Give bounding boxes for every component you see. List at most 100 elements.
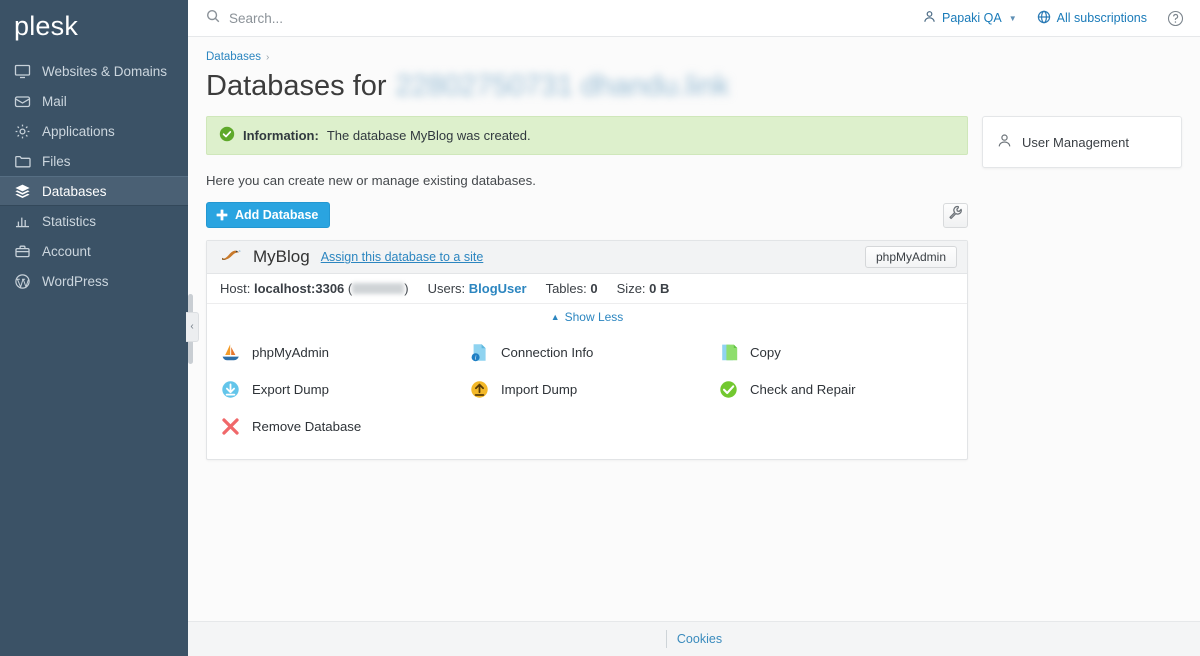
- status-banner-severity: Information:: [243, 128, 319, 144]
- database-host: Host: localhost:3306 (): [220, 281, 409, 297]
- side-item-user-management[interactable]: User Management: [997, 133, 1167, 151]
- page-description: Here you can create new or manage existi…: [206, 173, 536, 189]
- plesk-logo-text: plesk: [14, 10, 79, 41]
- info-document-icon: i: [469, 342, 490, 363]
- folder-icon: [14, 153, 31, 170]
- sidebar-item-label: Statistics: [42, 213, 97, 229]
- sidebar-item-websites-domains[interactable]: Websites & Domains: [0, 56, 188, 86]
- footer: Cookies: [188, 621, 1200, 656]
- action-copy[interactable]: Copy: [718, 342, 967, 363]
- sidebar: plesk Websites & Domains Mail Applicatio…: [0, 0, 188, 656]
- person-icon: [923, 10, 936, 26]
- side-column: User Management: [982, 116, 1182, 169]
- content-columns: Information: The database MyBlog was cre…: [206, 116, 1182, 461]
- status-banner: Information: The database MyBlog was cre…: [206, 116, 968, 156]
- sidebar-item-applications[interactable]: Applications: [0, 116, 188, 146]
- cookies-link[interactable]: Cookies: [677, 632, 722, 646]
- host-value: localhost:3306: [253, 281, 345, 297]
- assign-database-link[interactable]: Assign this database to a site: [321, 250, 484, 264]
- wordpress-icon: [14, 273, 31, 290]
- page-title-prefix: Databases for: [206, 70, 387, 102]
- add-database-button[interactable]: Add Database: [206, 202, 331, 229]
- mysql-dolphin-icon: [220, 247, 242, 268]
- sidebar-item-label: Databases: [42, 183, 107, 199]
- plus-icon: [216, 209, 228, 221]
- gear-icon: [14, 123, 31, 140]
- action-label: Connection Info: [501, 345, 594, 361]
- green-check-icon: [718, 379, 739, 400]
- database-users: Users: BlogUser: [428, 281, 527, 296]
- breadcrumb-separator-icon: ›: [265, 51, 270, 63]
- database-tables: Tables: 0: [546, 281, 598, 296]
- toolbar: Add Database: [206, 202, 968, 229]
- sidebar-item-label: Websites & Domains: [42, 63, 168, 79]
- action-label: Copy: [750, 345, 781, 361]
- person-icon: [997, 133, 1012, 151]
- briefcase-icon: [14, 243, 31, 260]
- svg-text:i: i: [475, 355, 477, 362]
- main-column: Information: The database MyBlog was cre…: [206, 116, 968, 461]
- envelope-icon: [14, 93, 31, 110]
- bar-chart-icon: [14, 213, 31, 230]
- upload-arrow-icon: [469, 379, 490, 400]
- sidebar-item-mail[interactable]: Mail: [0, 86, 188, 116]
- sidebar-item-files[interactable]: Files: [0, 146, 188, 176]
- size-value: 0 B: [649, 281, 670, 297]
- monitor-icon: [14, 63, 31, 80]
- show-less-toggle[interactable]: ▲ Show Less: [207, 304, 967, 330]
- tools-button[interactable]: [943, 202, 968, 228]
- users-value-link[interactable]: BlogUser: [469, 281, 527, 296]
- sidebar-item-databases[interactable]: Databases: [0, 176, 188, 206]
- host-label: Host:: [220, 281, 251, 297]
- action-connection-info[interactable]: i Connection Info: [469, 342, 718, 363]
- database-size: Size: 0 B: [617, 281, 670, 296]
- red-x-icon: [220, 416, 241, 437]
- sidebar-item-account[interactable]: Account: [0, 236, 188, 266]
- plesk-logo[interactable]: plesk: [0, 0, 188, 52]
- user-menu[interactable]: Papaki QA ▼: [923, 10, 1017, 26]
- wrench-icon: [948, 205, 963, 225]
- search-box[interactable]: [206, 9, 923, 28]
- action-phpmyadmin[interactable]: phpMyAdmin: [220, 342, 469, 363]
- breadcrumb-item-databases[interactable]: Databases: [206, 51, 261, 63]
- sidebar-item-label: Files: [42, 153, 71, 169]
- layers-icon: [14, 183, 31, 200]
- tables-label: Tables:: [545, 281, 587, 297]
- sidebar-item-label: Account: [42, 243, 91, 259]
- users-label: Users:: [427, 281, 466, 297]
- user-menu-label: Papaki QA: [941, 11, 1002, 25]
- action-label: Check and Repair: [750, 382, 856, 398]
- sidebar-item-statistics[interactable]: Statistics: [0, 206, 188, 236]
- check-circle-icon: [219, 126, 235, 145]
- action-check-and-repair[interactable]: Check and Repair: [718, 379, 967, 400]
- sidebar-collapse-button[interactable]: ‹: [186, 312, 199, 342]
- chevron-down-icon: ▼: [1008, 13, 1017, 23]
- show-less-label: Show Less: [564, 310, 624, 325]
- search-icon: [206, 9, 220, 28]
- action-remove-database[interactable]: Remove Database: [220, 416, 469, 437]
- footer-inner: Cookies: [665, 630, 722, 648]
- database-meta: Host: localhost:3306 () Users: BlogUser …: [207, 274, 967, 305]
- database-card: MyBlog Assign this database to a site ph…: [206, 240, 968, 461]
- sidebar-item-label: Applications: [42, 123, 115, 139]
- help-button[interactable]: [1167, 10, 1184, 27]
- host-extra-redacted: [352, 283, 405, 295]
- topbar: Papaki QA ▼ All subscriptions: [188, 0, 1200, 37]
- phpmyadmin-sailboat-icon: [220, 342, 241, 363]
- main-area: Papaki QA ▼ All subscriptions: [188, 0, 1200, 656]
- page-title-domain-redacted: 22802750731 dhandu.link: [395, 70, 730, 102]
- database-actions: phpMyAdmin i Connection Info Copy Export…: [207, 330, 967, 459]
- search-input[interactable]: [229, 10, 549, 26]
- action-label: phpMyAdmin: [252, 345, 329, 361]
- action-export-dump[interactable]: Export Dump: [220, 379, 469, 400]
- phpmyadmin-button[interactable]: phpMyAdmin: [864, 246, 957, 269]
- add-database-label: Add Database: [235, 208, 319, 223]
- sidebar-item-wordpress[interactable]: WordPress: [0, 266, 188, 296]
- all-subscriptions-label: All subscriptions: [1056, 11, 1147, 25]
- all-subscriptions-link[interactable]: All subscriptions: [1037, 10, 1147, 27]
- action-import-dump[interactable]: Import Dump: [469, 379, 718, 400]
- sidebar-nav: Websites & Domains Mail Applications Fil…: [0, 56, 188, 296]
- globe-icon: [1037, 10, 1051, 27]
- size-label: Size:: [616, 281, 646, 297]
- database-card-header: MyBlog Assign this database to a site ph…: [207, 241, 967, 275]
